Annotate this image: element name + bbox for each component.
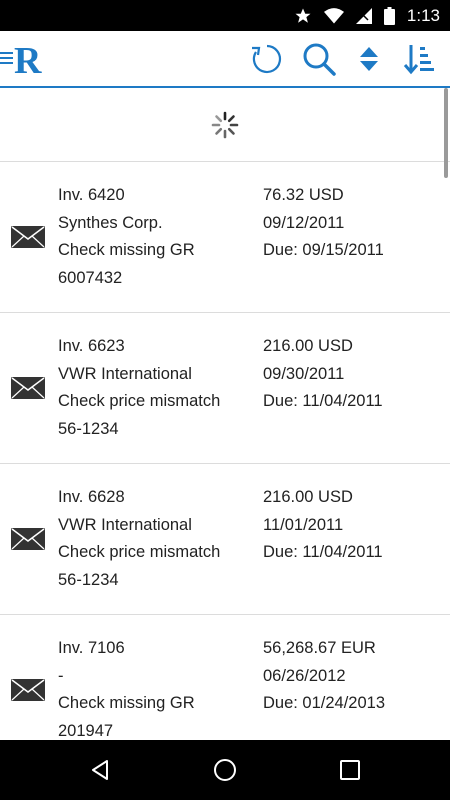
invoice-vendor: - <box>58 666 64 685</box>
sort-toggle-button[interactable] <box>347 37 391 81</box>
invoice-due: Due: 09/15/2011 <box>263 241 384 259</box>
mail-icon <box>11 679 45 701</box>
invoice-details: Inv. 6623 VWR International Check price … <box>58 333 258 443</box>
invoice-amounts: 216.00 USD 09/30/2011 Due: 11/04/2011 <box>263 333 448 416</box>
mail-icon <box>11 528 45 550</box>
invoice-date: 06/26/2012 <box>263 666 346 685</box>
refresh-icon <box>252 44 282 74</box>
invoice-reference: 6007432 <box>58 268 123 287</box>
invoice-due: Due: 11/04/2011 <box>263 543 383 561</box>
refresh-button[interactable] <box>245 37 289 81</box>
invoice-due: Due: 01/24/2013 <box>263 694 386 712</box>
star-icon <box>295 8 311 23</box>
status-bar: 1:13 <box>0 0 450 31</box>
mail-icon <box>11 377 45 399</box>
navigation-bar <box>0 740 450 800</box>
invoice-vendor: VWR International <box>58 364 192 383</box>
invoice-issue: Check price mismatch <box>58 392 221 410</box>
recents-icon <box>340 760 360 780</box>
invoice-list: Inv. 6420 Synthes Corp. Check missing GR… <box>0 162 450 740</box>
invoice-issue: Check missing GR <box>58 241 195 259</box>
sort-toggle-icon <box>360 47 378 71</box>
loading-spinner-icon <box>211 111 239 138</box>
back-icon <box>92 760 108 780</box>
invoice-item[interactable]: Inv. 6420 Synthes Corp. Check missing GR… <box>0 162 450 313</box>
invoice-reference: 201947 <box>58 721 114 740</box>
invoice-number: Inv. 6420 <box>58 186 125 204</box>
invoice-issue: Check missing GR <box>58 694 195 712</box>
invoice-issue: Check price mismatch <box>58 543 221 561</box>
sort-order-button[interactable] <box>397 37 441 81</box>
home-button[interactable] <box>203 750 247 790</box>
search-icon <box>303 43 336 76</box>
invoice-date: 11/01/2011 <box>263 515 344 534</box>
invoice-reference: 56-1234 <box>58 419 119 438</box>
battery-icon <box>383 6 395 25</box>
invoice-date: 09/12/2011 <box>263 213 345 232</box>
invoice-number: Inv. 6623 <box>58 337 125 355</box>
wifi-icon <box>323 7 344 23</box>
invoice-vendor: VWR International <box>58 515 192 534</box>
loading-row <box>0 88 450 162</box>
invoice-due: Due: 11/04/2011 <box>263 392 383 410</box>
mail-icon <box>11 226 45 248</box>
invoice-number: Inv. 6628 <box>58 488 125 506</box>
invoice-vendor: Synthes Corp. <box>58 213 163 232</box>
invoice-amounts: 76.32 USD 09/12/2011 Due: 09/15/2011 <box>263 182 448 265</box>
no-sim-icon <box>355 7 372 24</box>
home-icon <box>214 759 236 781</box>
invoice-reference: 56-1234 <box>58 570 119 589</box>
recents-button[interactable] <box>328 750 372 790</box>
invoice-item[interactable]: Inv. 6623 VWR International Check price … <box>0 313 450 464</box>
status-time: 1:13 <box>406 5 440 25</box>
logo-letter: R <box>14 40 42 82</box>
invoice-amounts: 56,268.67 EUR 06/26/2012 Due: 01/24/2013 <box>263 635 448 718</box>
invoice-item[interactable]: Inv. 7106 - Check missing GR 201947 56,2… <box>0 615 450 740</box>
invoice-amounts: 216.00 USD 11/01/2011 Due: 11/04/2011 <box>263 484 448 567</box>
app-bar: R <box>0 31 450 88</box>
back-button[interactable] <box>78 750 122 790</box>
invoice-date: 09/30/2011 <box>263 364 345 383</box>
invoice-number: Inv. 7106 <box>58 639 125 657</box>
invoice-details: Inv. 6420 Synthes Corp. Check missing GR… <box>58 182 258 292</box>
sort-order-icon <box>403 45 434 75</box>
invoice-details: Inv. 7106 - Check missing GR 201947 <box>58 635 258 740</box>
app-logo[interactable]: R <box>0 37 56 82</box>
invoice-amount: 56,268.67 EUR <box>263 639 376 657</box>
invoice-amount: 76.32 USD <box>263 186 344 204</box>
status-icons: 1:13 <box>294 0 440 31</box>
invoice-amount: 216.00 USD <box>263 337 353 355</box>
invoice-amount: 216.00 USD <box>263 488 353 506</box>
invoice-details: Inv. 6628 VWR International Check price … <box>58 484 258 594</box>
invoice-item[interactable]: Inv. 6628 VWR International Check price … <box>0 464 450 615</box>
search-button[interactable] <box>297 37 341 81</box>
